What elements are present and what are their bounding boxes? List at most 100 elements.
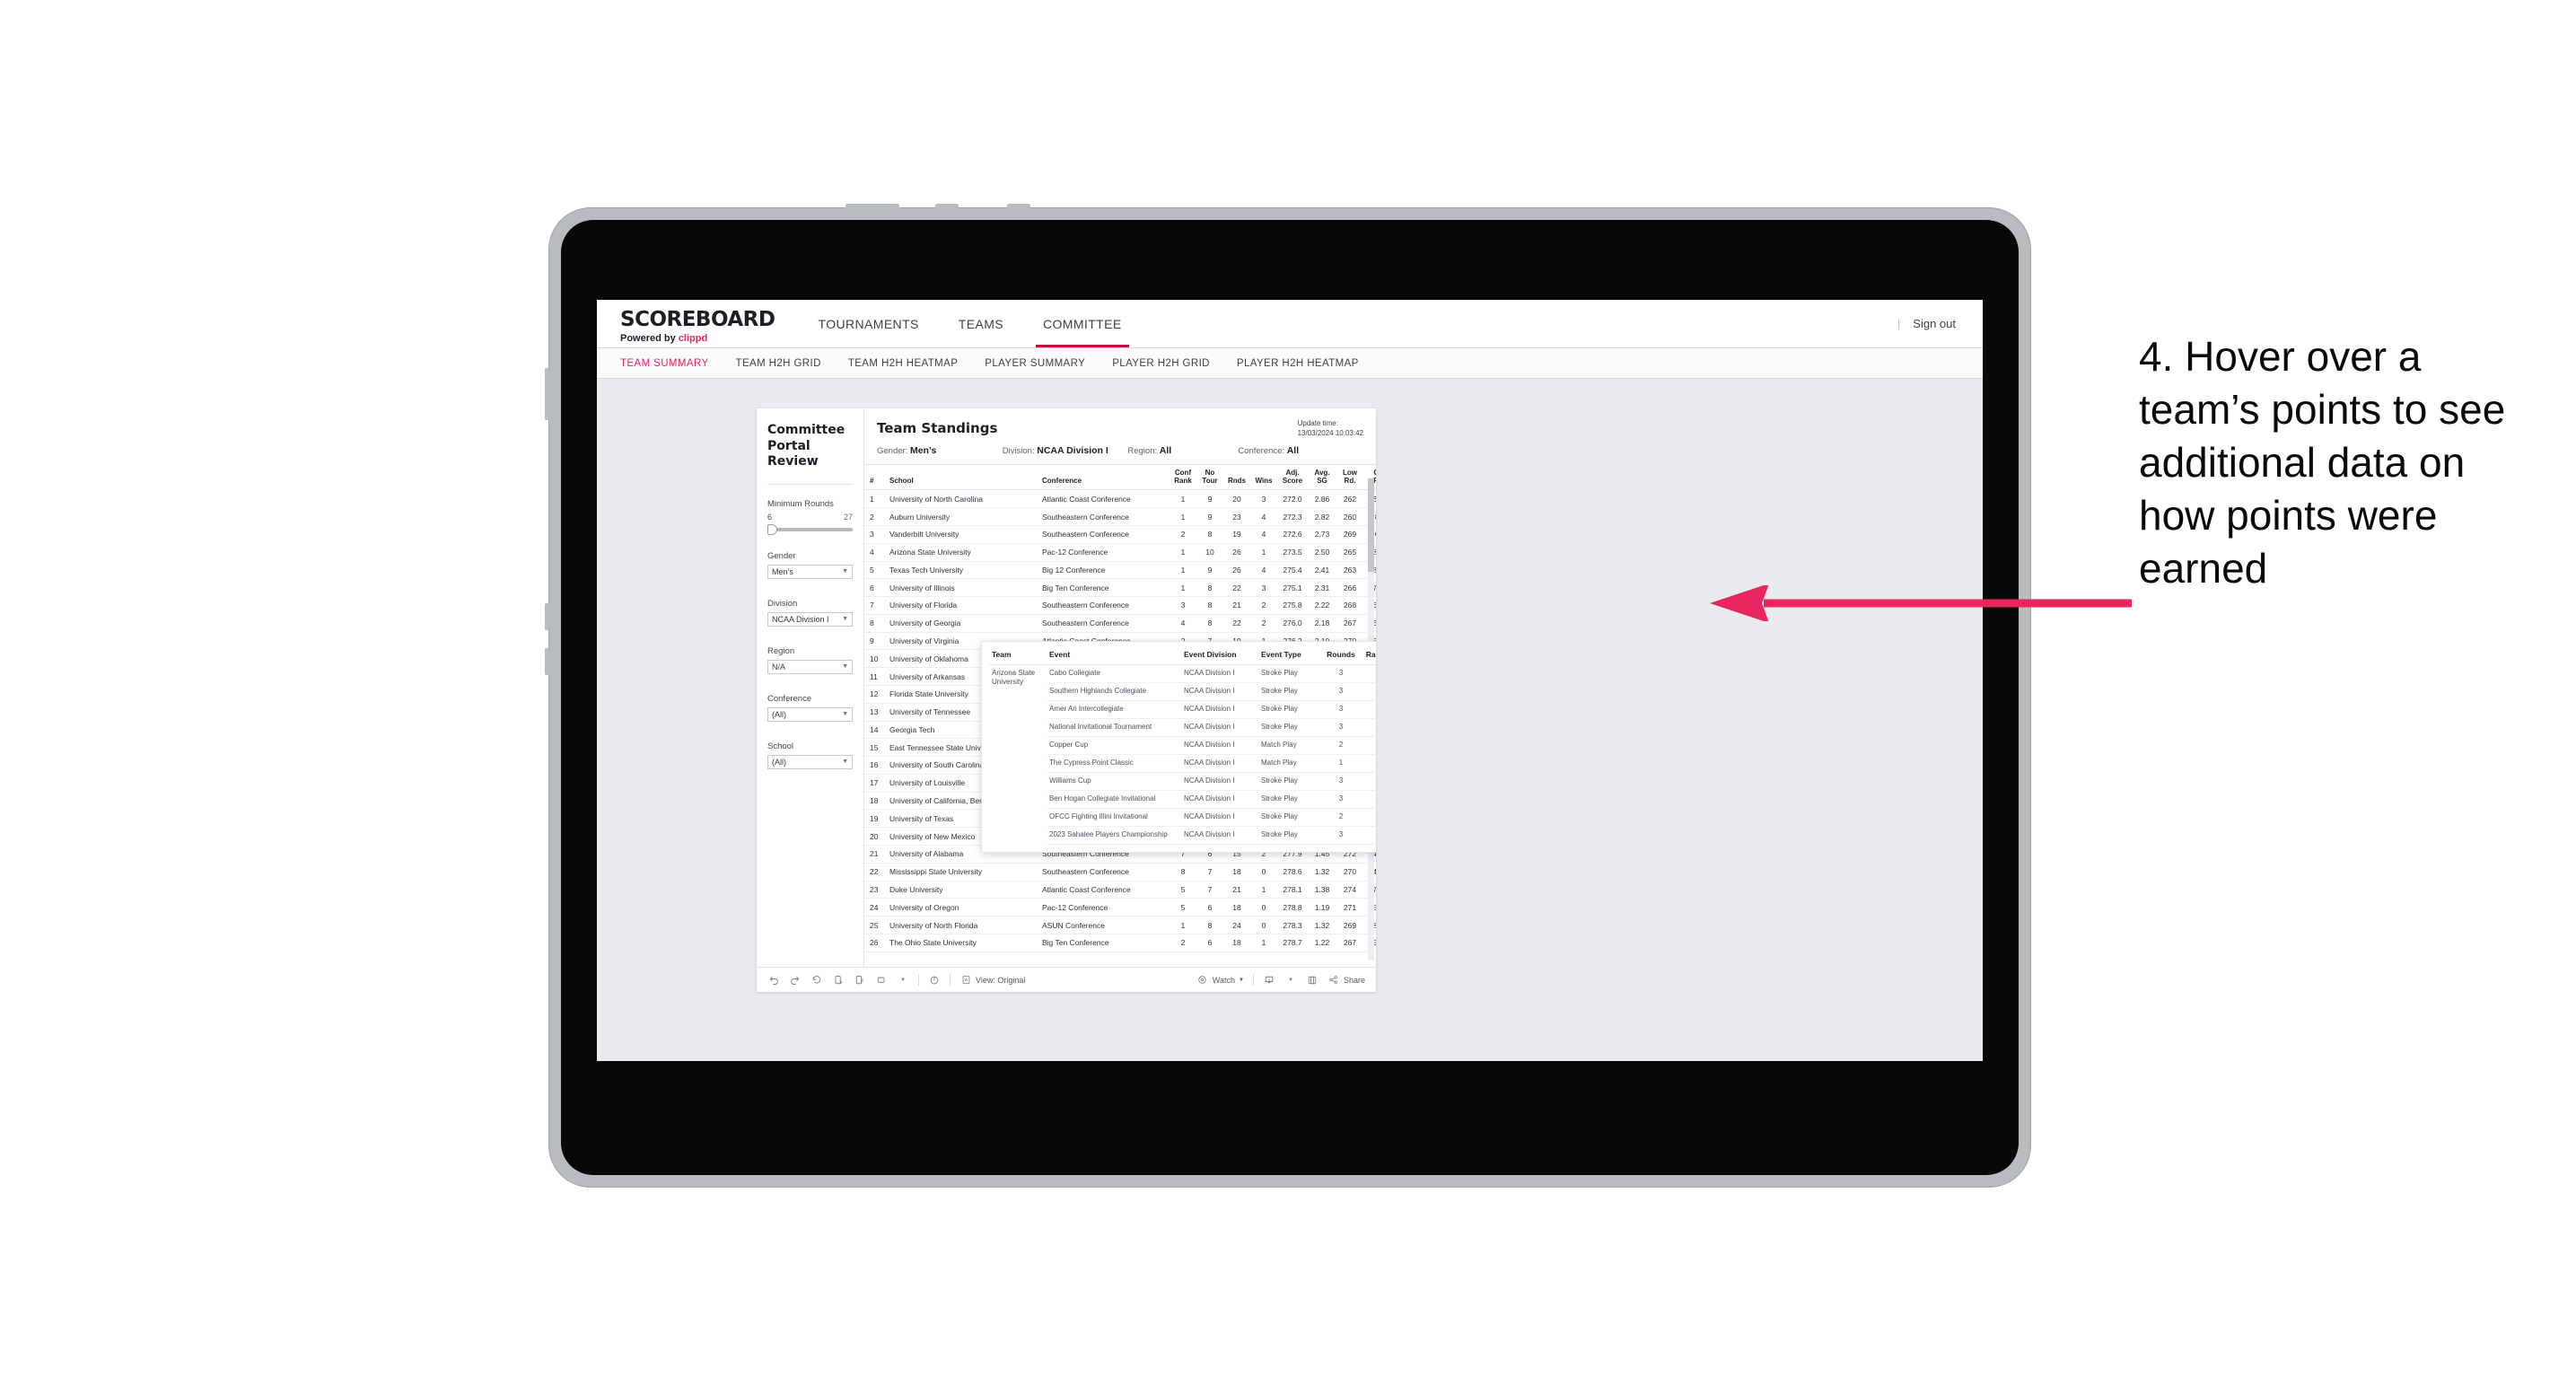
region-select[interactable]: N/A ▼	[767, 659, 853, 674]
tooltip-col-rank-impact: Rank Impact	[1361, 647, 1376, 665]
standings-scrollbar-thumb[interactable]	[1368, 478, 1374, 572]
standings-table-head: # School Conference Conf Rank No Tour Rn…	[864, 464, 1376, 491]
table-row[interactable]: 7 University of Florida Southeastern Confe…	[864, 596, 1376, 615]
table-cell: 22	[1223, 578, 1250, 598]
division-select[interactable]: NCAA Division I ▼	[767, 611, 853, 627]
view-original-button[interactable]: View: Original	[959, 974, 1025, 987]
undo-icon[interactable]	[767, 974, 780, 987]
table-row[interactable]: 25 University of North Florida ASUN Confer…	[864, 916, 1376, 934]
tab-team-h2h-grid[interactable]: TEAM H2H GRID	[736, 358, 821, 369]
highlight-icon[interactable]	[928, 974, 941, 987]
tooltip-event-cell: Ben Hogan Collegiate Invitational	[1047, 790, 1181, 809]
app-screen: SCOREBOARD Powered by clippd TOURNAMENTS…	[597, 300, 1983, 1061]
standings-header-row: # School Conference Conf Rank No Tour Rn…	[864, 464, 1376, 491]
tooltip-row: OFCC Fighting Illini Invitational NCAA Di…	[989, 808, 1376, 827]
table-cell: 275.1	[1277, 578, 1308, 598]
table-cell: 2.41	[1308, 561, 1336, 580]
table-cell: 1.22	[1308, 934, 1336, 952]
filter-school: School (All) ▼	[767, 741, 853, 769]
col-header-avg-sg[interactable]: Avg. SG	[1308, 464, 1336, 491]
summary-conference: Conference: All	[1238, 445, 1363, 456]
minimum-rounds-slider-thumb[interactable]	[767, 523, 777, 535]
col-header-no-tour[interactable]: No Tour	[1196, 464, 1223, 491]
refresh-data-icon[interactable]	[832, 974, 845, 987]
tooltip-event-division-cell: NCAA Division I	[1181, 826, 1258, 845]
table-cell: 278.3	[1277, 916, 1308, 934]
table-cell: 3	[1250, 578, 1277, 598]
table-cell: 7	[1196, 863, 1223, 882]
table-cell: 272.0	[1277, 489, 1308, 509]
table-row[interactable]: 6 University of Illinois Big Ten Conferenc…	[864, 578, 1376, 598]
table-row[interactable]: 3 Vanderbilt University Southeastern Confe…	[864, 525, 1376, 544]
table-cell: 272.3	[1277, 507, 1308, 526]
tab-player-h2h-heatmap[interactable]: PLAYER H2H HEATMAP	[1237, 358, 1359, 369]
download-icon[interactable]	[1263, 974, 1275, 987]
top-nav-item-tournaments[interactable]: TOURNAMENTS	[799, 300, 939, 347]
table-row[interactable]: 4 Arizona State University Pac-12 Conferen…	[864, 543, 1376, 562]
top-nav-item-committee[interactable]: COMMITTEE	[1023, 300, 1142, 347]
minimum-rounds-slider[interactable]	[767, 523, 853, 535]
table-row[interactable]: 2 Auburn University Southeastern Conferenc…	[864, 507, 1376, 526]
filter-panel-title: Committee Portal Review	[767, 423, 846, 469]
tooltip-rank-impact-cell: + 0	[1361, 754, 1376, 773]
table-row[interactable]: 1 University of North Carolina Atlantic Co…	[864, 489, 1376, 509]
col-header-conf-rank[interactable]: Conf Rank	[1170, 464, 1196, 491]
col-header-conference[interactable]: Conference	[1037, 464, 1170, 491]
sign-out-link[interactable]: Sign out	[1913, 317, 1956, 330]
device-button-left-3	[545, 648, 551, 675]
table-cell: 8	[1196, 916, 1223, 934]
top-nav-item-teams[interactable]: TEAMS	[939, 300, 1023, 347]
table-row[interactable]: 5 Texas Tech University Big 12 Conference 1…	[864, 561, 1376, 580]
share-button[interactable]: Share	[1327, 974, 1365, 987]
school-select[interactable]: (All) ▼	[767, 754, 853, 769]
table-row[interactable]: 22 Mississippi State University Southeaste…	[864, 863, 1376, 882]
conference-select[interactable]: (All) ▼	[767, 706, 853, 722]
gender-select[interactable]: Men’s ▼	[767, 564, 853, 579]
chevron-down-icon: ▼	[842, 759, 848, 765]
tooltip-event-division-cell: NCAA Division I	[1181, 664, 1258, 683]
page-root: SCOREBOARD Powered by clippd TOURNAMENTS…	[0, 0, 2576, 1386]
pan-tool-icon[interactable]	[875, 974, 888, 987]
download-caret-icon[interactable]: ▼	[1284, 974, 1297, 987]
tooltip-table-head: Team Event Event Division Event Type Rou…	[989, 647, 1376, 665]
tab-team-h2h-heatmap[interactable]: TEAM H2H HEATMAP	[848, 358, 958, 369]
table-row[interactable]: 23 Duke University Atlantic Coast Conferen…	[864, 881, 1376, 899]
pan-dropdown-caret-icon[interactable]: ▼	[897, 974, 909, 987]
tooltip-row: Williams CupNCAA Division IStroke Play3+…	[989, 772, 1376, 791]
col-header-rnds[interactable]: Rnds	[1223, 464, 1250, 491]
table-cell: 1	[1170, 507, 1196, 526]
fullscreen-icon[interactable]	[1306, 974, 1319, 987]
table-cell: 278.8	[1277, 898, 1308, 917]
col-header-low-rd[interactable]: Low Rd.	[1336, 464, 1363, 491]
watch-button[interactable]: Watch ▼	[1196, 974, 1244, 987]
table-cell: 18	[1223, 863, 1250, 882]
tab-team-summary[interactable]: TEAM SUMMARY	[620, 358, 709, 369]
tab-player-summary[interactable]: PLAYER SUMMARY	[985, 358, 1085, 369]
col-header-adj-score[interactable]: Adj. Score	[1277, 464, 1308, 491]
revert-icon[interactable]	[810, 974, 823, 987]
table-cell: 2	[1170, 934, 1196, 952]
brand-logo[interactable]: SCOREBOARD Powered by clippd	[597, 300, 799, 347]
table-cell: Arizona State University	[884, 543, 1037, 562]
col-header-wins[interactable]: Wins	[1250, 464, 1277, 491]
tooltip-event-division-cell: NCAA Division I	[1181, 754, 1258, 773]
table-cell: Mississippi State University	[884, 863, 1037, 882]
top-nav-items: TOURNAMENTS TEAMS COMMITTEE	[799, 300, 1142, 347]
table-cell: 21	[1223, 881, 1250, 899]
table-cell: 1	[1250, 934, 1277, 952]
table-cell: University of North Carolina	[884, 489, 1037, 509]
summary-conference-label: Conference:	[1238, 446, 1285, 456]
col-header-school[interactable]: School	[884, 464, 1037, 491]
table-row[interactable]: 24 University of Oregon Pac-12 Conference 5…	[864, 898, 1376, 917]
pause-refresh-icon[interactable]	[854, 974, 866, 987]
table-cell: 23	[1223, 507, 1250, 526]
tab-player-h2h-grid[interactable]: PLAYER H2H GRID	[1112, 358, 1210, 369]
redo-icon[interactable]	[789, 974, 802, 987]
table-cell: 14	[864, 721, 884, 740]
table-cell: 17	[864, 774, 884, 793]
col-header-rank[interactable]: #	[864, 464, 884, 491]
table-row[interactable]: 26 The Ohio State University Big Ten Confe…	[864, 934, 1376, 952]
table-row[interactable]: 8 University of Georgia Southeastern Confe…	[864, 614, 1376, 633]
tooltip-event-cell: Copper Cup	[1047, 736, 1181, 755]
table-cell: Atlantic Coast Conference	[1037, 881, 1170, 899]
